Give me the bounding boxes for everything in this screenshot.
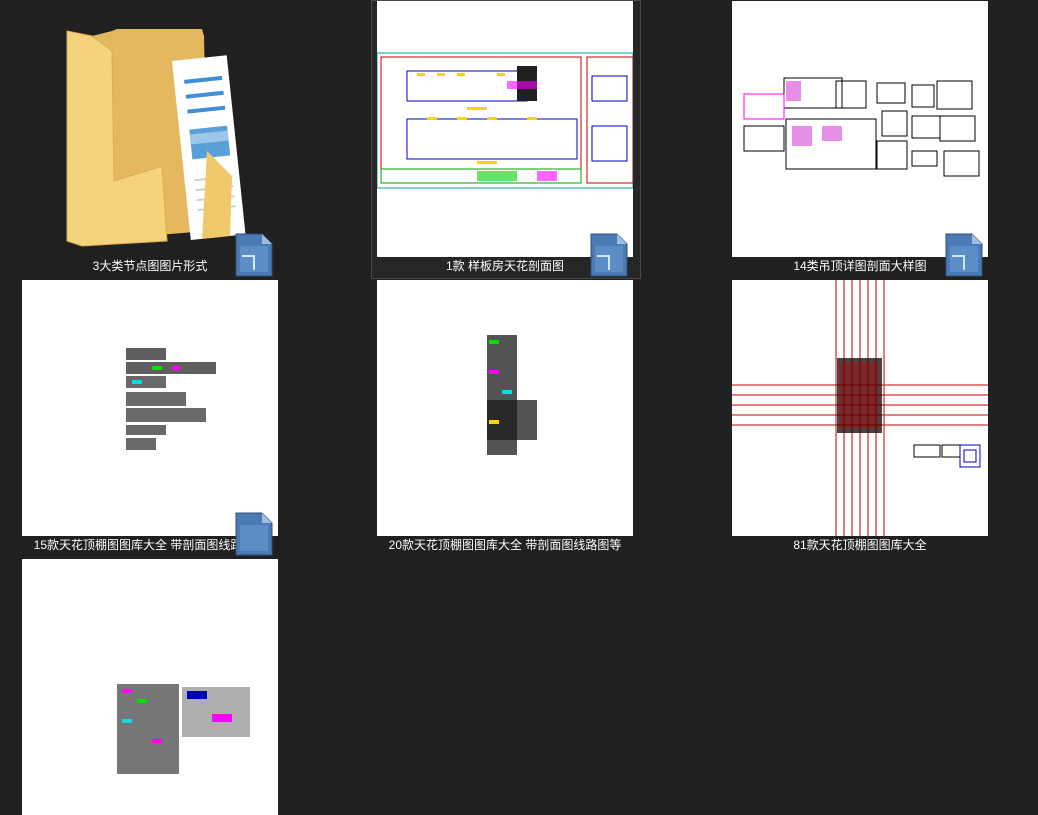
file-thumbnail — [377, 280, 633, 536]
file-name: 20款天花顶棚图图库大全 带剖面图线路图等 — [388, 538, 622, 552]
dwg-file-icon — [589, 232, 629, 278]
dwg-file-icon — [234, 511, 274, 557]
dwg-file-icon — [234, 232, 274, 278]
file-thumbnail — [732, 280, 988, 536]
file-thumbnail — [377, 1, 633, 257]
file-thumbnail — [22, 559, 278, 815]
folder-icon — [22, 1, 278, 257]
file-thumbnail — [22, 280, 278, 536]
dwg-file-icon — [944, 232, 984, 278]
file-name: 81款天花顶棚图图库大全 — [793, 538, 927, 552]
file-thumbnail — [732, 1, 988, 257]
